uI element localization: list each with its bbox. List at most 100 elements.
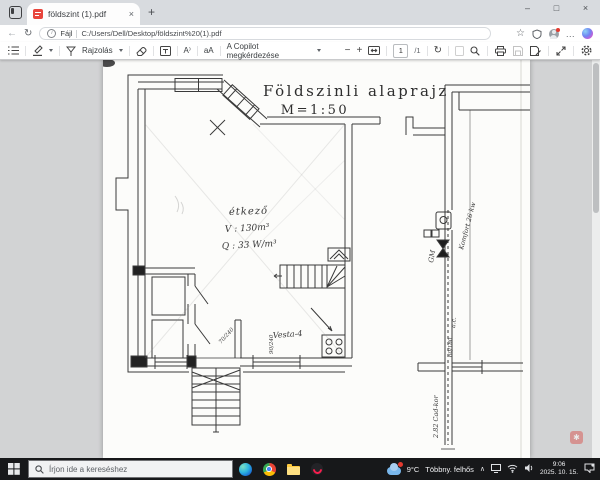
room-heatload-label: Q : 33 W/m³: [222, 239, 278, 252]
taskbar-chrome-icon[interactable]: [257, 463, 281, 476]
profile-avatar[interactable]: [549, 29, 559, 39]
bottom-window-center: [253, 355, 300, 369]
browser-essentials-icon[interactable]: [532, 29, 542, 39]
back-icon[interactable]: ←: [7, 29, 17, 39]
closet-rooms: [131, 266, 241, 367]
address-bar: ← ↻ i Fájl C:/Users/Dell/Desktop/földszi…: [0, 25, 600, 42]
address-bar-actions: ☆ ...: [516, 28, 593, 39]
address-field[interactable]: i Fájl C:/Users/Dell/Desktop/földszint%2…: [39, 27, 491, 40]
room-name-label: étkező: [229, 206, 269, 218]
clock-date: 2025. 10. 15.: [540, 469, 578, 477]
plan-scale: M=1:50: [281, 103, 349, 118]
weather-icon[interactable]: [387, 467, 401, 475]
minimize-button[interactable]: –: [513, 3, 542, 13]
network-icon[interactable]: [507, 460, 518, 478]
save-as-icon[interactable]: [530, 46, 541, 56]
windows-logo-icon: [8, 463, 20, 475]
eraser-icon[interactable]: [136, 46, 147, 56]
taskbar-opera-icon[interactable]: [305, 463, 329, 475]
close-button[interactable]: ×: [571, 3, 600, 13]
tab-close-icon[interactable]: ×: [129, 10, 134, 19]
draw-pen-icon[interactable]: [66, 46, 76, 56]
refresh-icon[interactable]: ↻: [24, 29, 32, 39]
chamfer-window: [223, 85, 259, 119]
system-tray: 9°C Többny. felhős ∧ 9:06 2025. 10. 15.: [387, 460, 600, 478]
document-actions: [470, 45, 592, 56]
page-view-icon: [455, 46, 464, 56]
bottom-window-left: [155, 355, 187, 369]
print-icon[interactable]: [495, 46, 506, 56]
ask-copilot-button[interactable]: A Copilot megkérdezése: [227, 42, 311, 60]
gas-meter-label: GM: [427, 249, 437, 264]
display-icon[interactable]: [491, 460, 501, 478]
tab-foldszint-pdf[interactable]: földszint (1).pdf ×: [27, 3, 140, 25]
taskbar-clock[interactable]: 9:06 2025. 10. 15.: [540, 461, 578, 478]
right-building: [418, 85, 530, 449]
tray-chevron-up-icon[interactable]: ∧: [480, 465, 485, 473]
new-tab-button[interactable]: +: [148, 5, 155, 19]
gas-meter-symbol: [437, 240, 449, 257]
pipe-label: 2.82 Cad-kor: [432, 394, 440, 439]
settings-gear-icon[interactable]: [581, 45, 592, 56]
toc-icon[interactable]: [8, 46, 19, 55]
acrobat-overlay-icon[interactable]: ✱: [570, 431, 583, 444]
main-walls: [133, 79, 445, 370]
zoom-out-icon[interactable]: −: [345, 46, 351, 56]
fullscreen-icon[interactable]: [556, 46, 566, 56]
search-icon[interactable]: [470, 46, 480, 56]
roof-hatch-symbol: [328, 248, 350, 261]
pdf-file-icon: [33, 9, 43, 19]
volume-icon[interactable]: [524, 460, 534, 478]
center-window-dim-label: 90/240: [269, 334, 275, 354]
fit-width-icon[interactable]: [368, 46, 380, 55]
windows-taskbar: Írjon ide a kereséshez 9°C Többny. felhő…: [0, 458, 600, 480]
zoom-in-icon[interactable]: +: [357, 46, 363, 56]
scan-artifacts: [103, 60, 521, 458]
page-controls: − + 1 /1 ↻: [345, 44, 464, 58]
taskbar-edge-icon[interactable]: [233, 463, 257, 476]
scrollbar[interactable]: [592, 60, 600, 458]
highlighter-icon[interactable]: [32, 45, 43, 56]
taskbar-explorer-icon[interactable]: [281, 464, 305, 475]
favorites-star-icon[interactable]: ☆: [516, 29, 525, 39]
page-number-input[interactable]: 1: [393, 44, 408, 58]
window-controls: – □ ×: [513, 0, 600, 16]
file-info-icon[interactable]: i: [47, 29, 56, 38]
start-button[interactable]: [0, 463, 28, 475]
profile-notification-dot: [556, 28, 560, 32]
pdf-viewport[interactable]: Földszinli alaprajz M=1:50: [0, 60, 600, 458]
add-text-icon[interactable]: [160, 46, 171, 56]
stove-arrow: [311, 308, 332, 331]
settings-more-icon[interactable]: ...: [566, 29, 575, 39]
external-stair: [192, 368, 240, 432]
rotate-icon[interactable]: ↻: [434, 46, 442, 56]
read-mode-icon[interactable]: aA: [204, 46, 214, 55]
door-dim-label: 70/240: [218, 327, 236, 346]
ac-label: a.c.: [450, 317, 458, 328]
maximize-button[interactable]: □: [542, 3, 571, 13]
stove-label: Vesta-4: [273, 329, 303, 340]
search-placeholder: Írjon ide a kereséshez: [49, 465, 127, 474]
tab-title: földszint (1).pdf: [48, 9, 124, 19]
boiler-label: Komfort 26 kw: [457, 201, 478, 252]
read-aloud-icon[interactable]: A⁾: [184, 46, 191, 55]
pdf-page: Földszinli alaprajz M=1:50: [103, 60, 530, 458]
taskbar-search-input[interactable]: Írjon ide a kereséshez: [28, 460, 233, 478]
scrollbar-thumb[interactable]: [593, 63, 599, 213]
copilot-dropdown-icon[interactable]: [317, 49, 321, 52]
interior-stair: [274, 265, 345, 288]
tab-activity-icon[interactable]: [9, 6, 22, 19]
action-center-icon[interactable]: [584, 460, 595, 478]
weather-description[interactable]: Többny. felhős: [425, 465, 474, 474]
pdf-toolbar: Rajzolás A⁾ aA A Copilot megkérdezése − …: [0, 42, 600, 60]
save-icon: [513, 46, 523, 56]
copilot-icon[interactable]: [582, 28, 593, 39]
top-window: [175, 79, 222, 92]
highlighter-dropdown-icon[interactable]: [49, 49, 53, 52]
weather-temperature[interactable]: 9°C: [407, 465, 420, 474]
draw-dropdown-icon[interactable]: [119, 49, 123, 52]
draw-button-label[interactable]: Rajzolás: [82, 46, 113, 55]
tab-strip: földszint (1).pdf × + – □ ×: [0, 0, 600, 25]
page-count-label: /1: [414, 46, 420, 55]
floor-plan-drawing: Földszinli alaprajz M=1:50: [103, 60, 530, 458]
